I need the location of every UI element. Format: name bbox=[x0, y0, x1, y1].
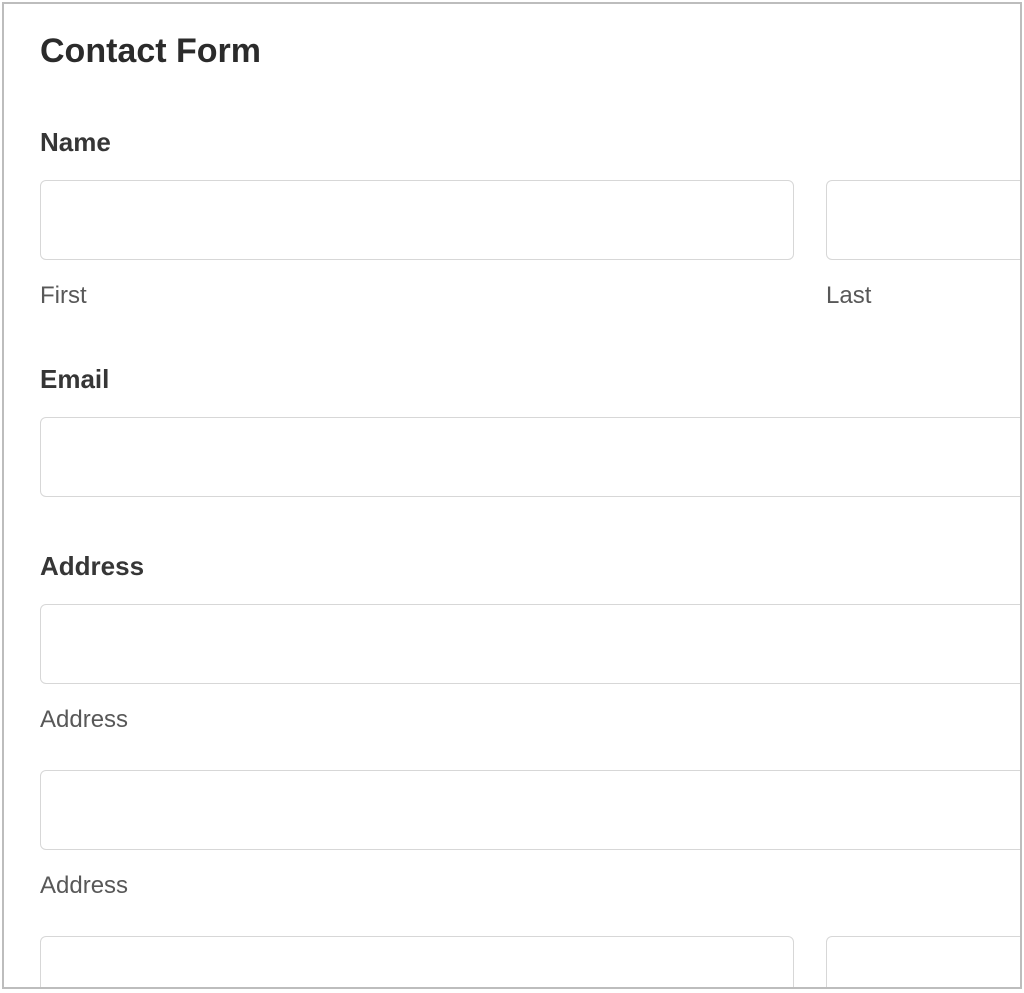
first-name-sublabel: First bbox=[40, 282, 794, 310]
address-line1-input[interactable] bbox=[40, 604, 1022, 684]
address-city-col bbox=[40, 936, 794, 989]
address-city-state-row bbox=[40, 936, 1022, 989]
address-line2-block: Address bbox=[40, 770, 1020, 900]
address-state-col bbox=[826, 936, 1022, 989]
last-name-input[interactable] bbox=[826, 180, 1022, 260]
address-label: Address bbox=[40, 551, 1020, 582]
form-frame: Contact Form Name First Last Email Addre… bbox=[2, 2, 1022, 989]
address-line2-sublabel: Address bbox=[40, 872, 1020, 900]
last-name-sublabel: Last bbox=[826, 282, 1022, 310]
email-group: Email bbox=[40, 364, 1020, 497]
address-city-input[interactable] bbox=[40, 936, 794, 989]
email-input[interactable] bbox=[40, 417, 1022, 497]
first-name-col: First bbox=[40, 180, 794, 310]
address-line1-block: Address bbox=[40, 604, 1020, 734]
name-label: Name bbox=[40, 127, 1020, 158]
name-group: Name First Last bbox=[40, 127, 1020, 310]
first-name-input[interactable] bbox=[40, 180, 794, 260]
address-group: Address Address Address bbox=[40, 551, 1020, 989]
form-title: Contact Form bbox=[40, 32, 1020, 71]
last-name-col: Last bbox=[826, 180, 1022, 310]
name-row: First Last bbox=[40, 180, 1022, 310]
email-label: Email bbox=[40, 364, 1020, 395]
address-line1-sublabel: Address bbox=[40, 706, 1020, 734]
address-state-input[interactable] bbox=[826, 936, 1022, 989]
address-line2-input[interactable] bbox=[40, 770, 1022, 850]
